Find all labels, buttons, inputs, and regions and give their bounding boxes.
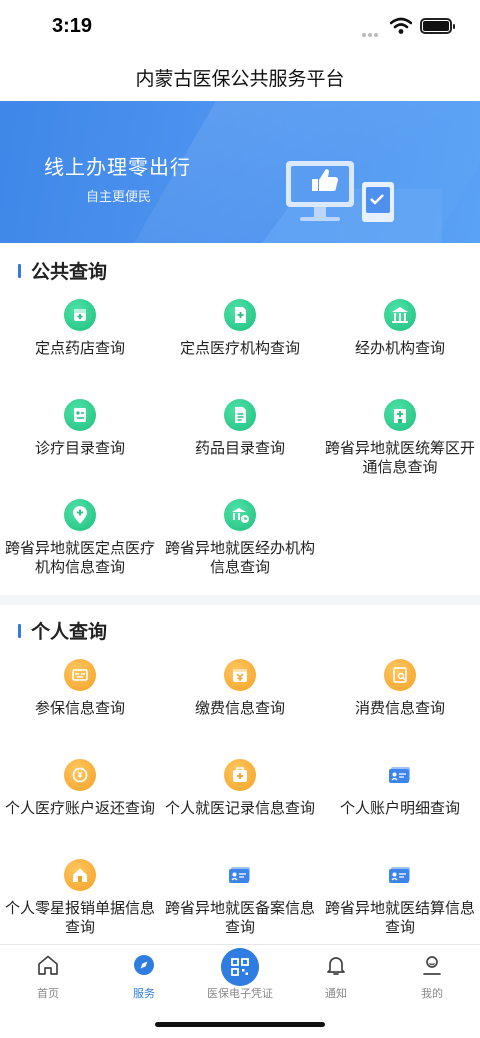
cross-province-settlement-query-item[interactable]: 跨省异地就医结算信息查询 <box>320 859 480 937</box>
account-refund-query-item[interactable]: 个人医疗账户返还查询 <box>0 759 160 818</box>
bank-clock-icon <box>224 499 256 531</box>
page-title: 内蒙古医保公共服务平台 <box>135 69 345 90</box>
treatment-catalog-query-item[interactable]: 诊疗目录查询 <box>0 399 160 458</box>
reimbursement-query-item[interactable]: 个人零星报销单据信息查询 <box>0 859 160 937</box>
account-refund-icon <box>64 759 96 791</box>
cross-province-area-query-item[interactable]: 跨省异地就医统筹区开通信息查询 <box>320 399 480 477</box>
account-card-icon <box>384 759 416 791</box>
tab-medical-e-voucher[interactable]: 医保电子凭证 <box>192 945 288 1005</box>
bottom-tab-bar: 首页 服务 医保电子凭证 通知 我的 <box>0 944 480 1004</box>
payment-info-query-item[interactable]: 缴费信息查询 <box>160 659 320 718</box>
tab-notifications[interactable]: 通知 <box>288 945 384 1005</box>
medical-record-query-item[interactable]: 个人就医记录信息查询 <box>160 759 320 818</box>
status-time: 3:19 <box>52 15 93 37</box>
home-icon <box>38 955 58 975</box>
agency-query-item[interactable]: 经办机构查询 <box>320 299 480 358</box>
medical-institution-query-item[interactable]: 定点医疗机构查询 <box>160 299 320 358</box>
filing-card-icon <box>224 859 256 891</box>
qr-code-icon <box>221 948 259 986</box>
pharmacy-icon <box>64 299 96 331</box>
monitor-like-illustration-icon <box>262 161 442 243</box>
signal-icon <box>362 24 384 37</box>
hospital-plus-icon <box>384 399 416 431</box>
account-detail-query-item[interactable]: 个人账户明细查询 <box>320 759 480 818</box>
section-title-public: 公共查询 <box>18 257 107 284</box>
user-icon <box>423 956 441 975</box>
tab-service[interactable]: 服务 <box>96 945 192 1005</box>
banner-title: 线上办理零出行 <box>44 157 191 179</box>
cross-province-filing-query-item[interactable]: 跨省异地就医备案信息查询 <box>160 859 320 937</box>
status-bar: 3:19 <box>0 0 480 52</box>
settlement-card-icon <box>384 859 416 891</box>
cross-province-hospital-query-item[interactable]: 跨省异地就医定点医疗机构信息查询 <box>0 499 160 577</box>
compass-icon <box>134 955 154 975</box>
treatment-list-icon <box>64 399 96 431</box>
medical-record-icon <box>224 759 256 791</box>
section-divider <box>0 595 480 605</box>
drug-list-icon <box>224 399 256 431</box>
consumption-info-query-item[interactable]: 消费信息查询 <box>320 659 480 718</box>
pharmacy-query-item[interactable]: 定点药店查询 <box>0 299 160 358</box>
tab-mine[interactable]: 我的 <box>384 945 480 1005</box>
cross-province-agency-query-item[interactable]: 跨省异地就医经办机构信息查询 <box>160 499 320 577</box>
promo-banner[interactable]: 线上办理零出行 <box>0 101 480 243</box>
institution-building-icon <box>384 299 416 331</box>
bell-icon <box>327 957 345 975</box>
medical-document-icon <box>224 299 256 331</box>
battery-icon <box>420 18 455 34</box>
home-reimbursement-icon <box>64 859 96 891</box>
consumption-receipt-icon <box>384 659 416 691</box>
payment-yuan-icon <box>224 659 256 691</box>
drug-catalog-query-item[interactable]: 药品目录查询 <box>160 399 320 458</box>
home-indicator <box>155 1022 325 1027</box>
banner-subtitle: 自主更便民 <box>86 189 152 204</box>
insurance-info-query-item[interactable]: 参保信息查询 <box>0 659 160 718</box>
insurance-card-icon <box>64 659 96 691</box>
section-title-personal: 个人查询 <box>18 617 107 644</box>
wifi-icon <box>390 17 412 34</box>
location-plus-icon <box>64 499 96 531</box>
tab-home[interactable]: 首页 <box>0 945 96 1005</box>
